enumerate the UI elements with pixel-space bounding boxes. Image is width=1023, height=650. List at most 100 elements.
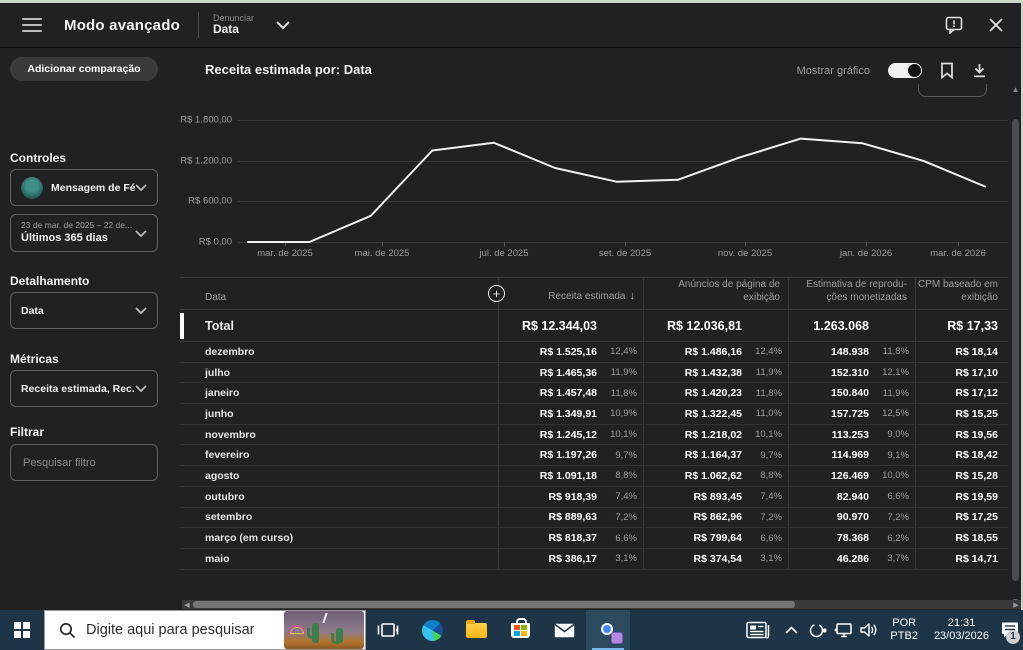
download-icon[interactable] <box>972 63 987 79</box>
table-row[interactable]: janeiro R$ 1.457,48 11,8% R$ 1.420,23 11,8% 1… <box>180 383 1008 405</box>
table-row[interactable]: agosto R$ 1.091,18 8,8% R$ 1.062,62 8,8% 126.… <box>180 466 1008 487</box>
edge-icon[interactable] <box>410 610 454 650</box>
notification-center-button[interactable]: 1 <box>997 610 1023 650</box>
table-row[interactable]: fevereiro R$ 1.197,26 9,7% R$ 1.164,37 9,7% 1… <box>180 445 1008 467</box>
microsoft-store-icon[interactable] <box>498 610 542 650</box>
report-dropdown[interactable]: Denunciar Data <box>213 13 254 37</box>
table-row[interactable]: junho R$ 1.349,91 10,9% R$ 1.322,45 11,0% 157… <box>180 404 1008 425</box>
language-indicator[interactable]: POR PTB2 <box>882 617 926 643</box>
table-row[interactable]: março (em curso) R$ 818,37 6,6% R$ 799,64 6,… <box>180 528 1008 549</box>
table-total-row[interactable]: Total R$ 12.344,03 R$ 12.036,81 1.263.06… <box>180 310 1008 342</box>
total-label: Total <box>205 318 234 333</box>
total-anuncios: R$ 12.036,81 <box>666 318 742 333</box>
channel-avatar <box>21 176 43 199</box>
report-main: Receita estimada por: Data Mostrar gráfi… <box>180 48 1011 600</box>
clipped-dropdown <box>918 84 987 97</box>
chrome-profile-badge <box>611 632 623 644</box>
meet-now-icon[interactable] <box>804 610 830 650</box>
table-row[interactable]: novembro R$ 1.245,12 10,1% R$ 1.218,02 10,1%… <box>180 425 1008 446</box>
app-window: Modo avançado Denunciar Data Adicionar c… <box>0 0 1023 650</box>
table-row[interactable]: maio R$ 386,17 3,1% R$ 374,54 3,1% 46.286 3,7%… <box>180 549 1008 570</box>
revenue-line <box>247 137 986 243</box>
window-border-top <box>0 0 1023 3</box>
clock-time: 21:31 <box>947 617 976 629</box>
menu-icon[interactable] <box>22 18 42 32</box>
taskbar-search[interactable] <box>44 610 366 650</box>
mail-icon[interactable] <box>542 610 586 650</box>
bookmark-icon[interactable] <box>940 62 954 79</box>
controls-sidebar: Adicionar comparação Controles Mensagem … <box>0 48 180 600</box>
windows-taskbar: POR PTB2 21:31 23/03/2026 1 <box>0 610 1023 650</box>
sort-desc-icon: ↓ <box>629 290 636 303</box>
windows-logo-icon <box>14 622 30 638</box>
x-axis-tick: jan. de 2026 <box>839 248 893 259</box>
table-row[interactable]: dezembro R$ 1.525,16 12,4% R$ 1.486,16 12,4%… <box>180 342 1008 363</box>
news-widget-icon[interactable] <box>738 610 778 650</box>
breakdown-select[interactable]: Data <box>10 292 158 329</box>
column-header-receita[interactable]: Receita estimada ↓ <box>498 290 643 309</box>
x-axis-tick: set. de 2025 <box>598 248 652 259</box>
search-highlight-image[interactable] <box>284 611 364 649</box>
metrics-select[interactable]: Receita estimada, Rec... <box>10 370 158 407</box>
table-row[interactable]: outubro R$ 918,39 7,4% R$ 893,45 7,4% 82.940 6… <box>180 487 1008 508</box>
add-metric-icon[interactable]: + <box>488 285 505 302</box>
search-input[interactable] <box>86 622 284 638</box>
tray-expand-icon[interactable] <box>778 610 804 650</box>
search-icon <box>59 622 76 639</box>
horizontal-scrollbar[interactable]: ◀ ▶ <box>182 600 1021 609</box>
file-explorer-icon[interactable] <box>454 610 498 650</box>
y-axis-tick: R$ 600,00 <box>188 195 232 207</box>
start-button[interactable] <box>0 610 44 650</box>
y-axis-tick: R$ 1.200,00 <box>180 155 232 167</box>
vertical-scrollbar[interactable]: ▲ ▼ <box>1010 85 1021 607</box>
add-comparison-button[interactable]: Adicionar comparação <box>10 57 158 81</box>
breakdown-heading: Detalhamento <box>10 274 90 288</box>
table-row[interactable]: setembro R$ 889,63 7,2% R$ 862,96 7,2% 90.970… <box>180 508 1008 529</box>
feedback-icon[interactable] <box>945 16 963 34</box>
vertical-scroll-thumb[interactable] <box>1012 119 1019 581</box>
task-view-button[interactable] <box>366 610 410 650</box>
channel-select[interactable]: Mensagem de Fé ... <box>10 169 158 206</box>
volume-icon[interactable] <box>856 610 882 650</box>
metrics-heading: Métricas <box>10 352 59 366</box>
system-tray: POR PTB2 21:31 23/03/2026 1 <box>738 610 1023 650</box>
toggle-knob <box>908 64 921 77</box>
column-header-cpm[interactable]: CPM baseado em exibição <box>915 279 1008 309</box>
date-range-select[interactable]: 23 de mar. de 2025 – 22 de... Últimos 36… <box>10 214 158 252</box>
date-range-sublabel: 23 de mar. de 2025 – 22 de... <box>21 220 133 231</box>
y-axis-tick: R$ 1.800,00 <box>180 114 232 126</box>
column-header-data[interactable]: Data <box>180 292 498 310</box>
table-header-row: Data Receita estimada ↓ Anúncios de págin… <box>180 277 1008 310</box>
page-title: Modo avançado <box>64 16 180 34</box>
network-icon[interactable] <box>830 610 856 650</box>
x-axis-tick: mar. de 2025 <box>257 248 313 259</box>
column-header-anuncios[interactable]: Anúncios de página de exibição <box>643 279 788 309</box>
filter-heading: Filtrar <box>10 425 45 439</box>
chevron-down-icon <box>135 229 147 237</box>
date-range-value: Últimos 365 dias <box>21 232 108 245</box>
y-axis-tick: R$ 0,00 <box>198 236 232 248</box>
breakdown-select-value: Data <box>21 304 44 317</box>
clock[interactable]: 21:31 23/03/2026 <box>926 617 997 643</box>
table-body: dezembro R$ 1.525,16 12,4% R$ 1.486,16 12,4%… <box>180 342 1008 570</box>
column-header-estimativa[interactable]: Estimativa de reprodu-ções monetizadas <box>788 279 915 309</box>
table-row[interactable]: julho R$ 1.465,36 11,9% R$ 1.432,38 11,9% 152… <box>180 363 1008 384</box>
chevron-down-icon <box>135 184 147 191</box>
x-axis-tick: mar. de 2026 <box>930 248 986 259</box>
show-chart-toggle[interactable] <box>888 63 922 78</box>
divider <box>197 12 199 38</box>
scroll-right-icon[interactable]: ▶ <box>1011 601 1021 609</box>
gridline <box>238 160 1008 162</box>
chevron-down-icon <box>135 385 147 392</box>
horizontal-scroll-thumb[interactable] <box>193 601 795 608</box>
scroll-up-icon[interactable]: ▲ <box>1010 85 1021 95</box>
filter-search-input[interactable] <box>10 444 158 481</box>
top-bar: Modo avançado Denunciar Data <box>0 3 1023 48</box>
chrome-icon[interactable] <box>586 610 630 650</box>
gridline <box>238 120 1008 121</box>
scroll-left-icon[interactable]: ◀ <box>182 601 192 609</box>
chevron-down-icon[interactable] <box>276 21 290 29</box>
show-chart-label: Mostrar gráfico <box>796 64 870 77</box>
close-icon[interactable] <box>989 18 1003 32</box>
total-row-marker <box>180 313 184 339</box>
